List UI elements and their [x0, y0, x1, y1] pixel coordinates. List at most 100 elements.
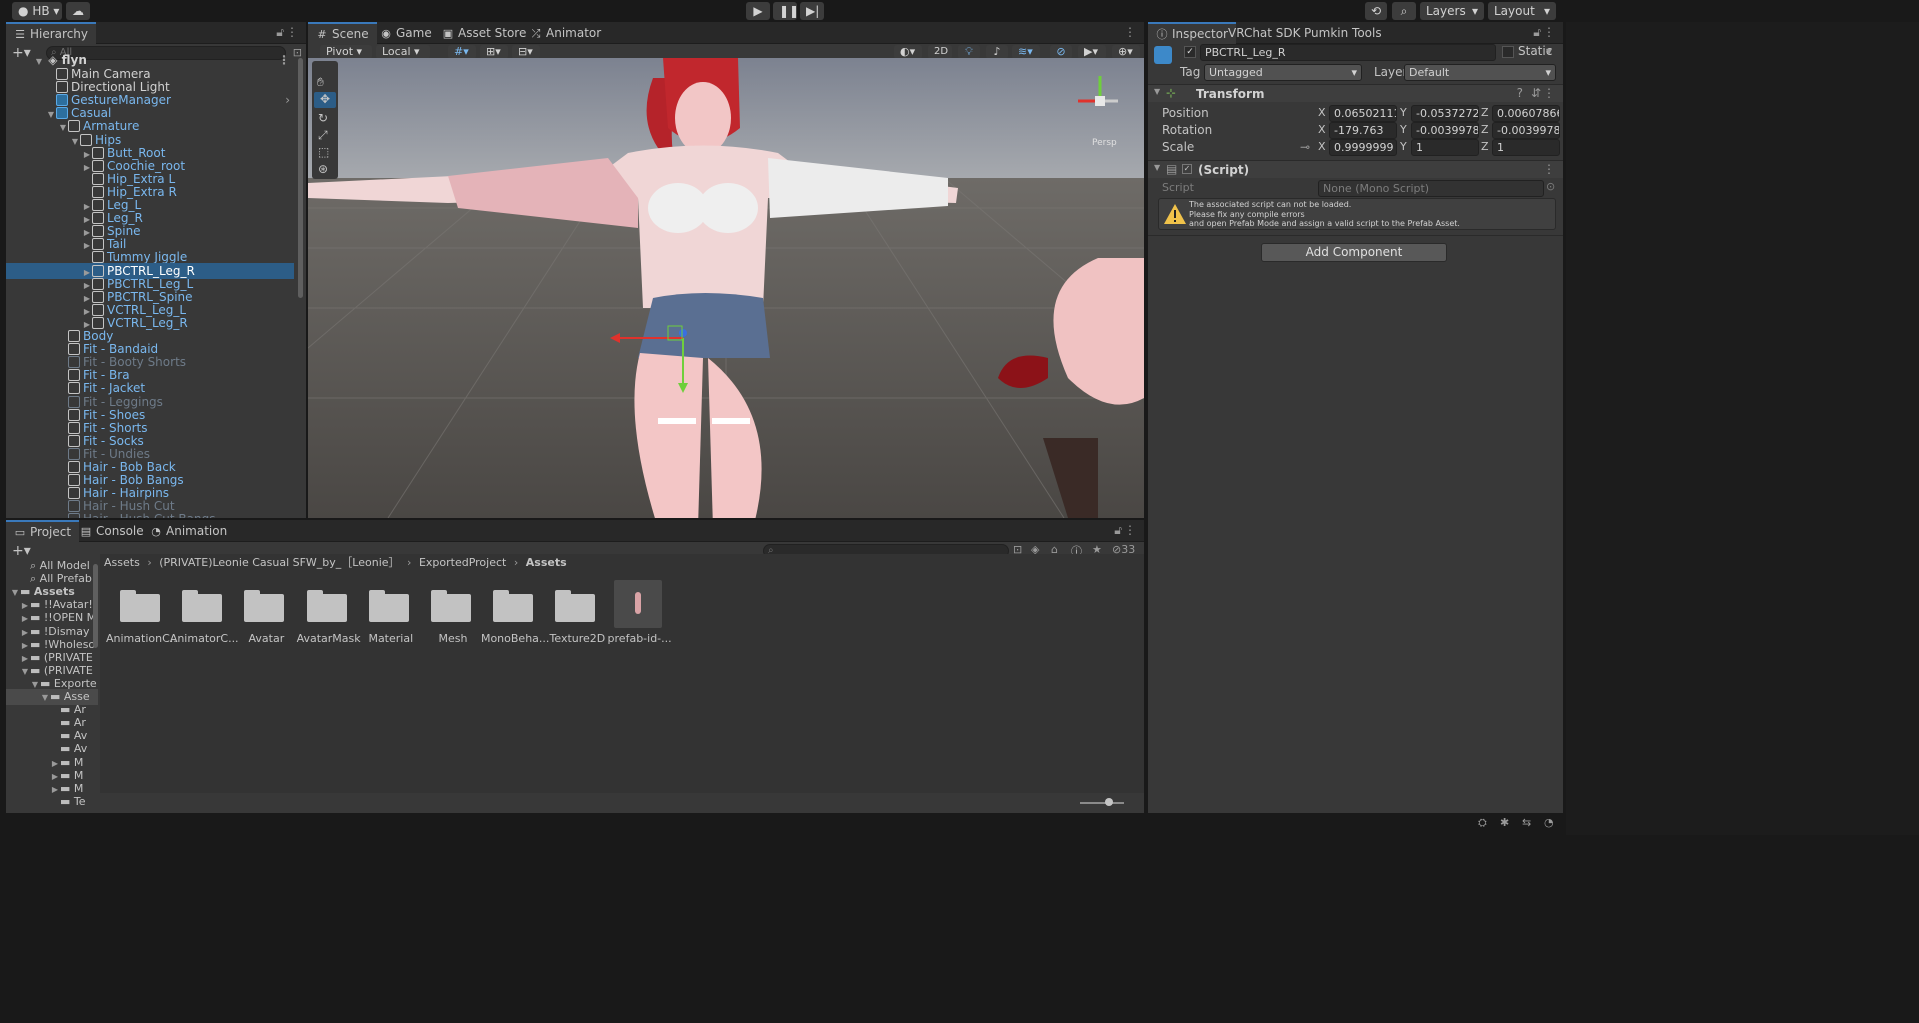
tab-animator[interactable]: ⤮ Animator [522, 22, 609, 44]
more-icon[interactable]: ⋮ [286, 25, 298, 39]
preset-icon[interactable]: ⇵ [1531, 86, 1541, 100]
help-icon[interactable]: ? [1517, 86, 1523, 100]
script-header[interactable]: ▼ ▤ ✓ (Script) ⋮ [1148, 160, 1563, 178]
lock-icon[interactable]: 🔓︎ [1114, 523, 1122, 538]
account-dropdown[interactable]: ● HB ▾ [12, 2, 62, 20]
lock-icon[interactable]: 🔓︎ [276, 25, 284, 40]
tab-asset-store[interactable]: ▣ Asset Store [434, 22, 534, 44]
rotation-x-field[interactable]: -179.763 [1329, 122, 1397, 139]
lighting-icon[interactable]: 💡︎ [958, 45, 980, 59]
add-component-button[interactable]: Add Component [1261, 243, 1447, 262]
project-tree-item[interactable]: ▬ Te [6, 794, 98, 810]
script-enabled-checkbox[interactable]: ✓ [1182, 164, 1192, 174]
hand-tool-icon[interactable]: ✋︎ [317, 75, 324, 90]
scene-viewport[interactable]: Persp ✋︎ ✥ ↻ ⤢ ⬚ ⊛ [308, 58, 1144, 518]
breadcrumb-item[interactable]: Assets [526, 556, 567, 569]
object-name-input[interactable]: PBCTRL_Leg_R [1200, 44, 1496, 61]
folder-asset[interactable]: Texture2D [547, 578, 607, 648]
tab-game[interactable]: ◉ Game [372, 22, 440, 44]
rect-tool-icon[interactable]: ⬚ [318, 145, 329, 159]
collab-icon[interactable]: ⇆ [1522, 816, 1531, 829]
folder-asset[interactable]: Avatar [236, 578, 296, 648]
prefab-asset[interactable]: prefab-id-... [608, 578, 672, 648]
step-button[interactable]: ▶| [800, 2, 824, 20]
rotate-tool-icon[interactable]: ↻ [318, 111, 328, 125]
folder-asset[interactable]: AnimationC... [106, 578, 178, 648]
grid-snap-icon[interactable]: #▾ [448, 45, 476, 59]
increment-snap-icon[interactable]: ⊟▾ [512, 45, 540, 59]
effects-icon[interactable]: ≋▾ [1012, 45, 1040, 59]
more-icon[interactable]: ⋮ [1543, 162, 1555, 176]
debug-icon[interactable]: ✱ [1500, 816, 1509, 829]
folder-asset[interactable]: AvatarMask [297, 578, 361, 648]
active-checkbox[interactable]: ✓ [1184, 46, 1196, 58]
inspector-panel: ⓘ Inspector VRChat SDK Pumkin Tools 🔓︎ ⋮ … [1148, 22, 1563, 813]
folder-asset[interactable]: MonoBeha... [481, 578, 549, 648]
position-x-field[interactable]: 0.06502111 [1329, 105, 1397, 122]
gizmos-icon[interactable]: ⊕▾ [1112, 45, 1140, 59]
folder-asset[interactable]: AnimatorC... [170, 578, 239, 648]
transform-header[interactable]: ▼ ⊹ Transform ? ⇵ ⋮ [1148, 84, 1563, 102]
position-z-field[interactable]: 0.00607866 [1492, 105, 1560, 122]
script-field[interactable]: None (Mono Script) [1318, 180, 1544, 197]
more-icon[interactable]: ⋮ [1543, 25, 1555, 39]
tab-animation[interactable]: ◔ Animation [142, 520, 235, 542]
layer-dropdown[interactable]: Default ▾ [1404, 64, 1556, 81]
persp-label[interactable]: Persp [1092, 138, 1117, 148]
scrollbar[interactable] [93, 564, 98, 648]
progress-icon[interactable]: ◔ [1544, 816, 1554, 829]
scale-z-field[interactable]: 1 [1492, 139, 1560, 156]
history-icon[interactable]: ⟲ [1365, 2, 1387, 20]
local-dropdown[interactable]: Local ▾ [376, 45, 430, 59]
more-icon[interactable]: ⋮ [1124, 523, 1136, 537]
more-icon[interactable]: ⋮ [1543, 86, 1555, 100]
tag-dropdown[interactable]: Untagged ▾ [1204, 64, 1362, 81]
mode-2d-button[interactable]: 2D [928, 45, 952, 59]
rotation-z-field[interactable]: -0.00399780 [1492, 122, 1560, 139]
tab-console[interactable]: ▤ Console [72, 520, 152, 542]
search-icon[interactable]: ⌕ [1392, 2, 1416, 20]
hierarchy-row[interactable]: Hair - Hush Cut Bangs [6, 511, 294, 518]
tab-hierarchy[interactable]: ☰ Hierarchy [6, 22, 97, 44]
breadcrumb-item[interactable]: (PRIVATE)Leonie Casual SFW_by_［Leonie］ [159, 556, 399, 569]
grid-visibility-icon[interactable]: ⊞▾ [480, 45, 508, 59]
collapse-arrow-icon[interactable]: ▼ [1154, 87, 1160, 96]
zoom-slider-thumb[interactable] [1105, 798, 1113, 806]
cloud-icon[interactable]: ☁ [66, 2, 90, 20]
breadcrumb-item[interactable]: ExportedProject [419, 556, 506, 569]
breadcrumb-item[interactable]: Assets [104, 556, 140, 569]
position-y-field[interactable]: -0.05372726 [1411, 105, 1479, 122]
tab-pumkin-tools[interactable]: Pumkin Tools [1296, 22, 1390, 44]
object-picker-icon[interactable]: ⊙ [1546, 180, 1555, 193]
pivot-dropdown[interactable]: Pivot ▾ [320, 45, 372, 59]
scrollbar[interactable] [298, 58, 303, 298]
scale-tool-icon[interactable]: ⤢ [318, 128, 328, 143]
layers-dropdown[interactable]: Layers ▾ [1420, 2, 1484, 20]
collapse-arrow-icon[interactable]: ▼ [1154, 163, 1160, 172]
static-checkbox[interactable] [1502, 46, 1514, 58]
audio-icon[interactable]: ♪ [986, 45, 1008, 59]
more-icon[interactable]: ⋮ [1124, 25, 1136, 39]
pause-button[interactable]: ❚❚ [773, 2, 799, 20]
camera-icon[interactable]: ▶▾ [1078, 45, 1106, 59]
layout-dropdown[interactable]: Layout ▾ [1488, 2, 1556, 20]
scale-y-field[interactable]: 1 [1411, 139, 1479, 156]
static-dropdown-icon[interactable]: ▾ [1546, 44, 1552, 58]
bake-icon[interactable]: ⛭ [1478, 816, 1487, 830]
scale-x-field[interactable]: 0.9999999 [1329, 139, 1397, 156]
play-button[interactable]: ▶ [746, 2, 770, 20]
tool-palette: ✋︎ ✥ ↻ ⤢ ⬚ ⊛ [312, 61, 338, 179]
folder-asset[interactable]: Mesh [423, 578, 483, 648]
create-button[interactable]: +▾ [12, 543, 31, 559]
zoom-slider-track[interactable] [1080, 802, 1124, 804]
hidden-objects-icon[interactable]: ⊘ [1050, 45, 1072, 59]
tab-scene[interactable]: # Scene [308, 22, 377, 44]
link-icon[interactable]: ⊸ [1300, 140, 1310, 154]
draw-mode-icon[interactable]: ◐▾ [894, 45, 922, 59]
folder-asset[interactable]: Material [361, 578, 421, 648]
tab-project[interactable]: ▭ Project [6, 520, 80, 542]
lock-icon[interactable]: 🔓︎ [1533, 25, 1541, 40]
move-tool-icon[interactable]: ✥ [314, 92, 336, 108]
rotation-y-field[interactable]: -0.00399780 [1411, 122, 1479, 139]
transform-tool-icon[interactable]: ⊛ [318, 162, 328, 176]
